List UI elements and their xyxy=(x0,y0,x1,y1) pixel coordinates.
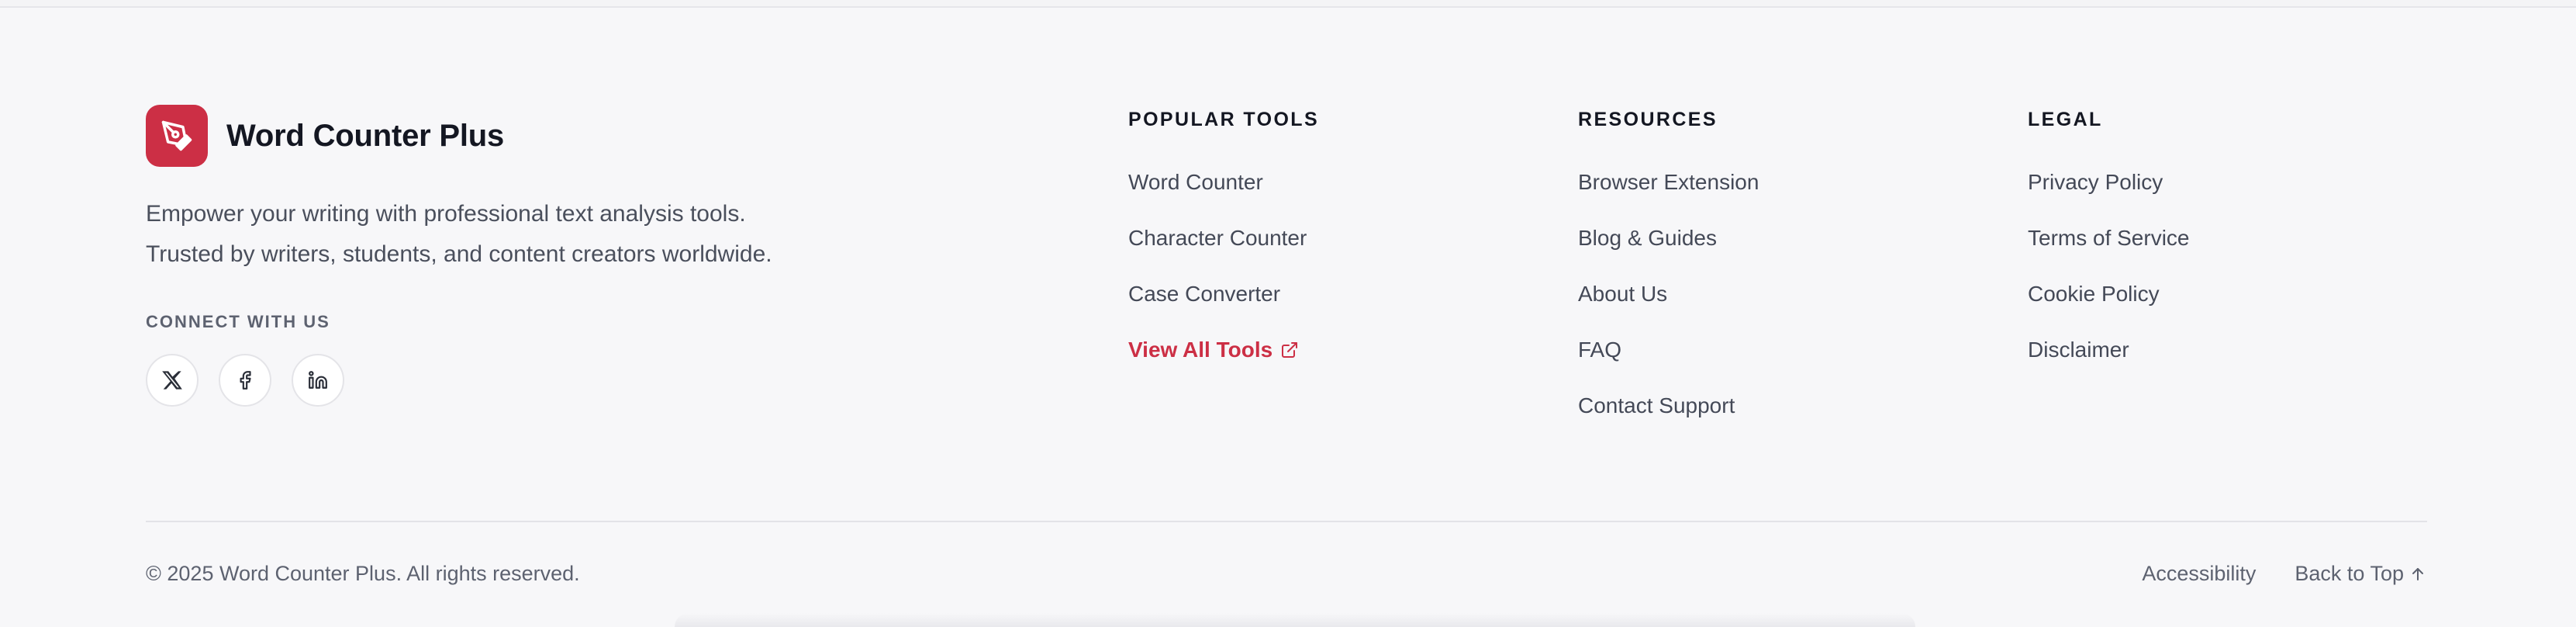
legal-title: LEGAL xyxy=(2028,109,2103,130)
link-about-us[interactable]: About Us xyxy=(1578,280,1759,336)
page-edge-shadow xyxy=(675,613,1915,627)
x-icon[interactable] xyxy=(146,354,199,407)
link-character-counter[interactable]: Character Counter xyxy=(1128,224,1319,280)
popular-tools-title: POPULAR TOOLS xyxy=(1128,109,1320,130)
back-to-top-label: Back to Top xyxy=(2295,562,2404,585)
brand-name: Word Counter Plus xyxy=(226,118,505,153)
link-disclaimer[interactable]: Disclaimer xyxy=(2028,336,2190,392)
link-terms-of-service[interactable]: Terms of Service xyxy=(2028,224,2190,280)
back-to-top-link[interactable]: Back to Top xyxy=(2295,562,2427,586)
link-contact-support[interactable]: Contact Support xyxy=(1578,392,1759,448)
social-links xyxy=(146,354,344,407)
copyright-text: © 2025 Word Counter Plus. All rights res… xyxy=(146,562,580,585)
facebook-icon[interactable] xyxy=(219,354,271,407)
link-case-converter[interactable]: Case Converter xyxy=(1128,280,1319,336)
accessibility-link[interactable]: Accessibility xyxy=(2142,562,2256,586)
link-privacy-policy[interactable]: Privacy Policy xyxy=(2028,168,2190,224)
link-word-counter[interactable]: Word Counter xyxy=(1128,168,1319,224)
pen-nib-icon xyxy=(146,105,208,167)
link-view-all-tools[interactable]: View All Tools xyxy=(1128,336,1319,392)
footer-divider xyxy=(146,521,2427,522)
tagline-line-2: Trusted by writers, students, and conten… xyxy=(146,241,772,267)
resources-column: RESOURCES Browser Extension Blog & Guide… xyxy=(1578,109,1759,448)
header-bottom-border xyxy=(0,0,2576,8)
tagline: Empower your writing with professional t… xyxy=(146,194,921,275)
popular-tools-column: POPULAR TOOLS Word Counter Character Cou… xyxy=(1128,109,1319,392)
resources-title: RESOURCES xyxy=(1578,109,1718,130)
legal-column: LEGAL Privacy Policy Terms of Service Co… xyxy=(2028,109,2190,392)
connect-title: CONNECT WITH US xyxy=(146,312,330,331)
link-blog-guides[interactable]: Blog & Guides xyxy=(1578,224,1759,280)
view-all-tools-label: View All Tools xyxy=(1128,338,1273,362)
arrow-up-icon xyxy=(2412,567,2423,580)
linkedin-icon[interactable] xyxy=(292,354,344,407)
tagline-line-1: Empower your writing with professional t… xyxy=(146,201,746,227)
link-cookie-policy[interactable]: Cookie Policy xyxy=(2028,280,2190,336)
link-faq[interactable]: FAQ xyxy=(1578,336,1759,392)
link-browser-extension[interactable]: Browser Extension xyxy=(1578,168,1759,224)
external-link-icon xyxy=(1282,342,1298,358)
footer-bottom-links: Accessibility Back to Top xyxy=(2142,562,2427,586)
brand[interactable]: Word Counter Plus xyxy=(146,105,504,167)
